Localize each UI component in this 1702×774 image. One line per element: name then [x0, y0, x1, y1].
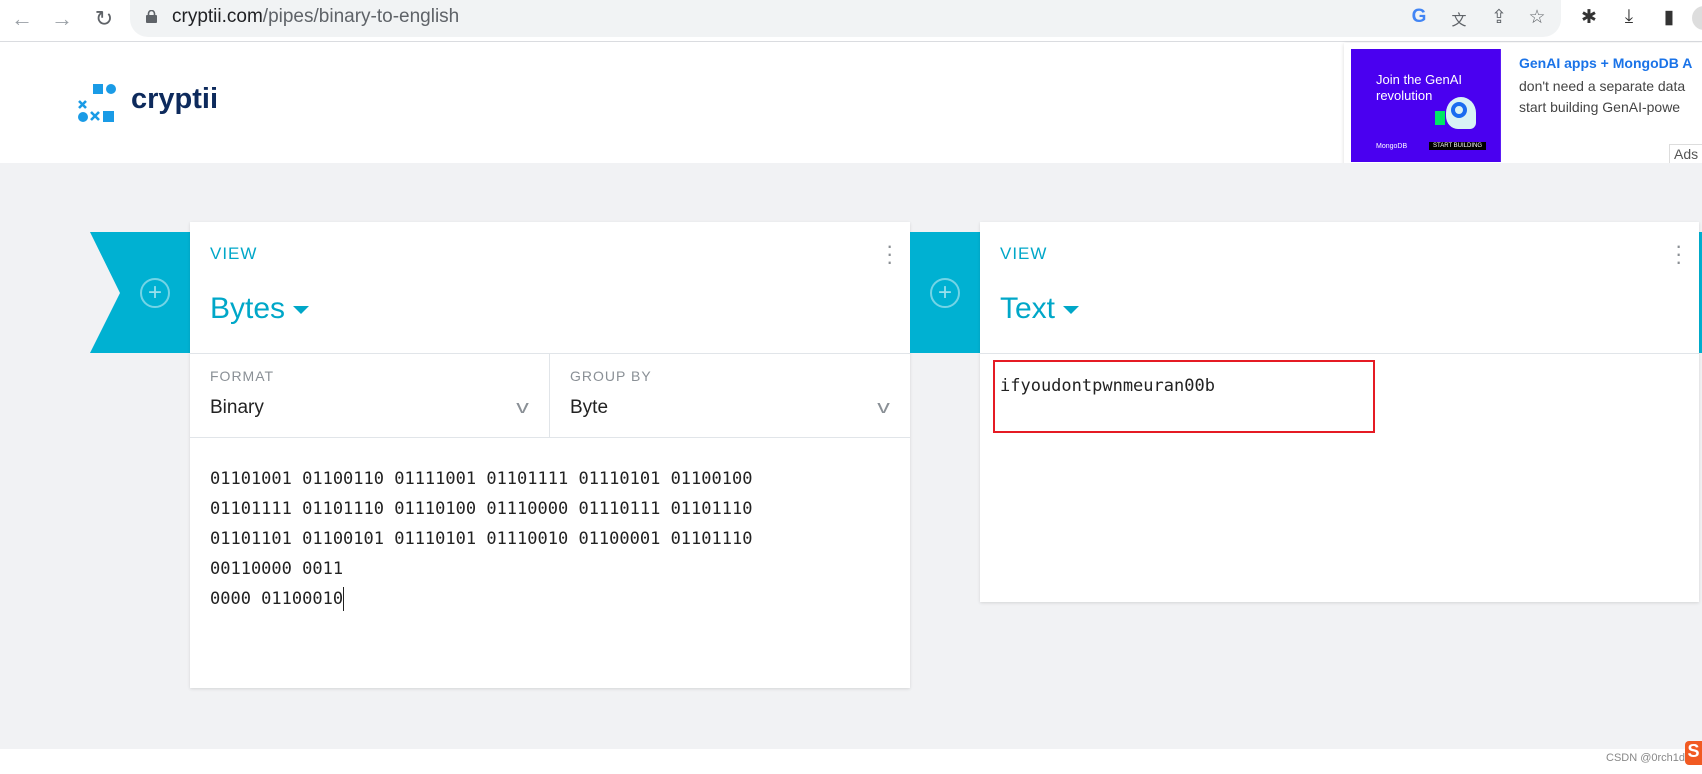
download-icon[interactable]: ⤓	[1616, 6, 1642, 28]
watermark: CSDN @0rch1d	[1606, 752, 1686, 764]
share-icon[interactable]: ⇪	[1486, 6, 1512, 29]
text-cursor	[343, 587, 345, 611]
more-options-icon[interactable]: · · ·	[886, 235, 893, 273]
format-select[interactable]: FORMAT Binary v	[190, 353, 550, 438]
ad-graphic	[1435, 111, 1445, 125]
caret-down-icon	[1063, 306, 1080, 315]
gear-icon	[1451, 102, 1467, 118]
format-label: FORMAT	[210, 368, 275, 384]
caret-down-icon	[293, 306, 310, 315]
highlight-box	[993, 360, 1375, 433]
ad-body-line: start building GenAI-powe	[1519, 99, 1681, 115]
ad-body-line: don't need a separate data	[1519, 78, 1686, 94]
view-type-select[interactable]: Bytes	[210, 292, 310, 326]
forward-icon[interactable]: →	[48, 6, 76, 32]
chevron-down-icon: v	[516, 397, 529, 417]
back-icon[interactable]: ←	[8, 6, 36, 32]
view-type-label: Bytes	[210, 292, 286, 325]
ads-label[interactable]: Ads	[1669, 144, 1702, 164]
ad-body: don't need a separate data start building…	[1519, 76, 1685, 118]
view-type-label: Text	[1000, 292, 1056, 325]
ad-title[interactable]: GenAI apps + MongoDB A	[1519, 55, 1692, 71]
browser-toolbar: ← → ↻ cryptii.com/pipes/binary-to-englis…	[0, 0, 1702, 42]
binary-input-text: 01101001 01100110 01111001 01101111 0111…	[210, 469, 753, 609]
advertisement[interactable]: Join the GenAI revolution MongoDB START …	[1344, 43, 1702, 168]
group-by-label: GROUP BY	[570, 368, 652, 384]
group-by-value: Byte	[570, 397, 609, 418]
view-type-select[interactable]: Text	[1000, 292, 1080, 326]
bytes-view-card: VIEW Bytes · · · FORMAT Binary v GROUP BY …	[190, 222, 910, 688]
reload-icon[interactable]: ↻	[90, 6, 118, 32]
more-options-icon[interactable]: · · ·	[1675, 235, 1682, 273]
star-icon[interactable]: ☆	[1524, 6, 1550, 29]
chevron-down-icon: v	[877, 397, 890, 417]
ad-cta: START BUILDING	[1429, 142, 1487, 150]
add-encoder-icon[interactable]: +	[930, 278, 960, 308]
divider	[980, 353, 1699, 354]
extensions-icon[interactable]: ✱	[1576, 6, 1602, 29]
card-kind-label: VIEW	[1000, 244, 1048, 263]
sogou-ime-icon[interactable]: S	[1685, 741, 1702, 765]
format-value: Binary	[210, 397, 264, 418]
translate-icon[interactable]: 文	[1446, 9, 1472, 30]
profile-icon[interactable]	[1692, 6, 1702, 30]
logo-text[interactable]: cryptii	[131, 83, 218, 116]
ad-brand: MongoDB	[1376, 143, 1408, 150]
sidepanel-icon[interactable]: ▮	[1656, 6, 1682, 29]
cryptii-logo-icon[interactable]	[78, 84, 118, 122]
add-encoder-icon[interactable]: +	[140, 278, 170, 308]
binary-input-textarea[interactable]: 01101001 01100110 01111001 01101111 0111…	[210, 464, 752, 614]
url-text[interactable]: cryptii.com/pipes/binary-to-english	[172, 6, 459, 28]
google-icon[interactable]: G	[1406, 6, 1432, 28]
group-by-select[interactable]: GROUP BY Byte v	[550, 353, 910, 438]
card-kind-label: VIEW	[210, 244, 258, 263]
lock-icon[interactable]	[146, 10, 157, 23]
ad-image[interactable]: Join the GenAI revolution MongoDB START …	[1351, 49, 1501, 162]
url-domain: cryptii.com	[172, 6, 263, 27]
url-path: /pipes/binary-to-english	[262, 6, 460, 27]
